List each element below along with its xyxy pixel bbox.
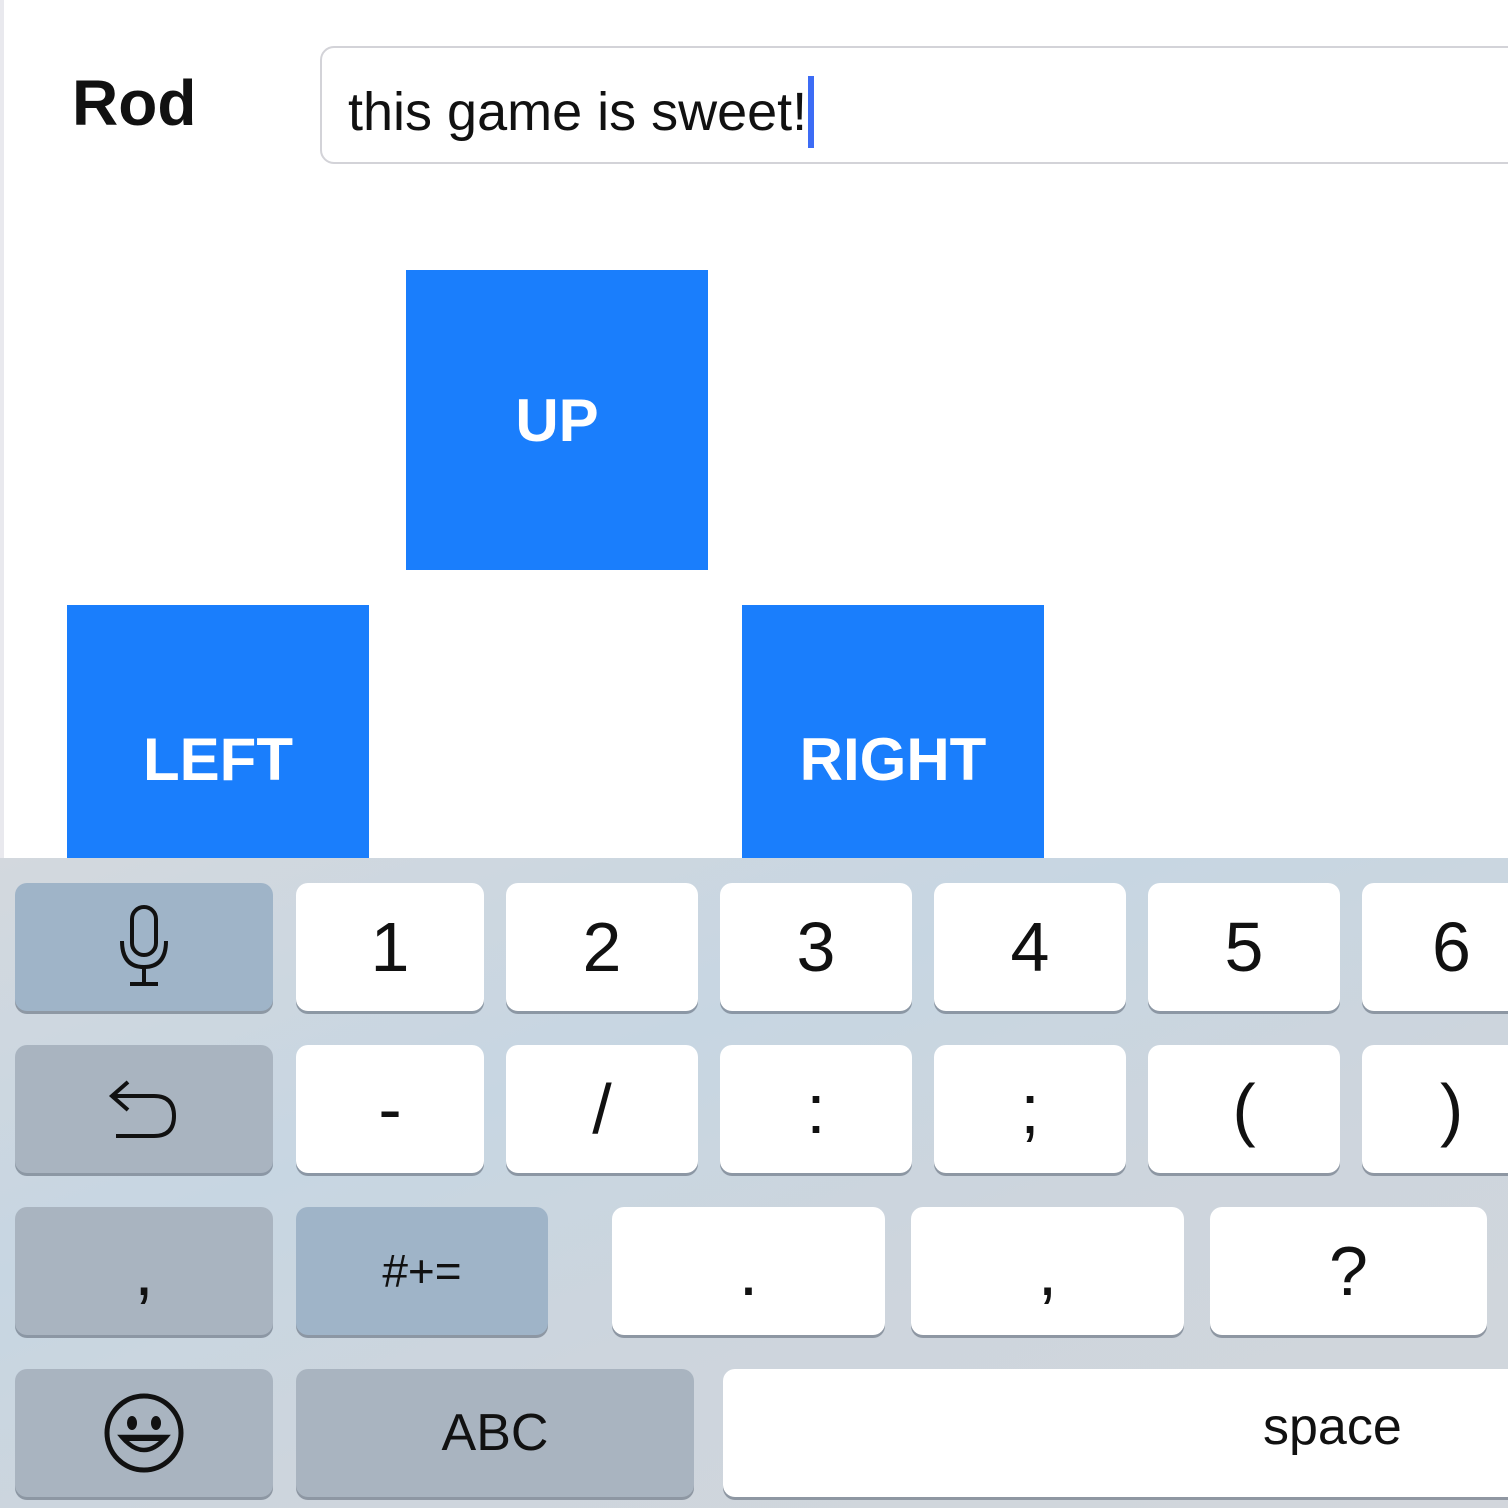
key-close-paren[interactable]: ) <box>1362 1045 1508 1173</box>
key-label: - <box>378 1070 402 1148</box>
key-open-paren[interactable]: ( <box>1148 1045 1340 1173</box>
left-button[interactable]: LEFT <box>67 605 369 865</box>
message-value: this game is sweet! <box>348 82 808 142</box>
key-label: . <box>738 1232 759 1310</box>
dictation-key[interactable] <box>15 883 273 1011</box>
key-slash[interactable]: / <box>506 1045 698 1173</box>
key-label: ) <box>1440 1070 1464 1148</box>
space-key[interactable]: space <box>723 1369 1508 1497</box>
key-4[interactable]: 4 <box>934 883 1126 1011</box>
key-label: 5 <box>1224 908 1264 986</box>
key-label: 2 <box>582 908 622 986</box>
key-label: ABC <box>441 1404 549 1462</box>
key-3[interactable]: 3 <box>720 883 912 1011</box>
player-name-label: Rod <box>72 67 197 139</box>
microphone-icon <box>114 905 174 989</box>
key-question[interactable]: ? <box>1210 1207 1487 1335</box>
key-hyphen[interactable]: - <box>296 1045 484 1173</box>
key-comma[interactable]: , <box>911 1207 1184 1335</box>
key-label: , <box>1037 1232 1058 1310</box>
key-period[interactable]: . <box>612 1207 885 1335</box>
message-input[interactable]: this game is sweet! <box>320 46 1508 164</box>
up-button[interactable]: UP <box>406 270 708 570</box>
key-label: space <box>1263 1398 1402 1456</box>
key-label: 4 <box>1010 908 1050 986</box>
key-label: , <box>134 1232 154 1310</box>
key-label: ? <box>1329 1232 1368 1310</box>
key-label: / <box>592 1070 612 1148</box>
key-label: #+= <box>382 1245 462 1297</box>
key-label: 1 <box>370 908 410 986</box>
right-button[interactable]: RIGHT <box>742 605 1044 865</box>
key-comma-left[interactable]: , <box>15 1207 273 1335</box>
key-label: ( <box>1232 1070 1256 1148</box>
key-semicolon[interactable]: ; <box>934 1045 1126 1173</box>
emoji-icon <box>102 1391 186 1475</box>
key-2[interactable]: 2 <box>506 883 698 1011</box>
message-input-text: this game is sweet! <box>348 76 815 148</box>
undo-key[interactable] <box>15 1045 273 1173</box>
key-label: ; <box>1020 1070 1040 1148</box>
key-6[interactable]: 6 <box>1362 883 1508 1011</box>
on-screen-keyboard: 1 2 3 4 5 6 - / : ; ( ) , #+= . , ? ABC … <box>0 858 1508 1508</box>
key-label: 6 <box>1432 908 1471 986</box>
emoji-key[interactable] <box>15 1369 273 1497</box>
key-colon[interactable]: : <box>720 1045 912 1173</box>
undo-icon <box>106 1074 182 1144</box>
key-label: 3 <box>796 908 836 986</box>
abc-key[interactable]: ABC <box>296 1369 694 1497</box>
key-1[interactable]: 1 <box>296 883 484 1011</box>
symbols-toggle-key[interactable]: #+= <box>296 1207 548 1335</box>
key-label: : <box>806 1070 826 1148</box>
left-edge-divider <box>0 0 4 860</box>
key-5[interactable]: 5 <box>1148 883 1340 1011</box>
text-cursor <box>808 76 815 148</box>
